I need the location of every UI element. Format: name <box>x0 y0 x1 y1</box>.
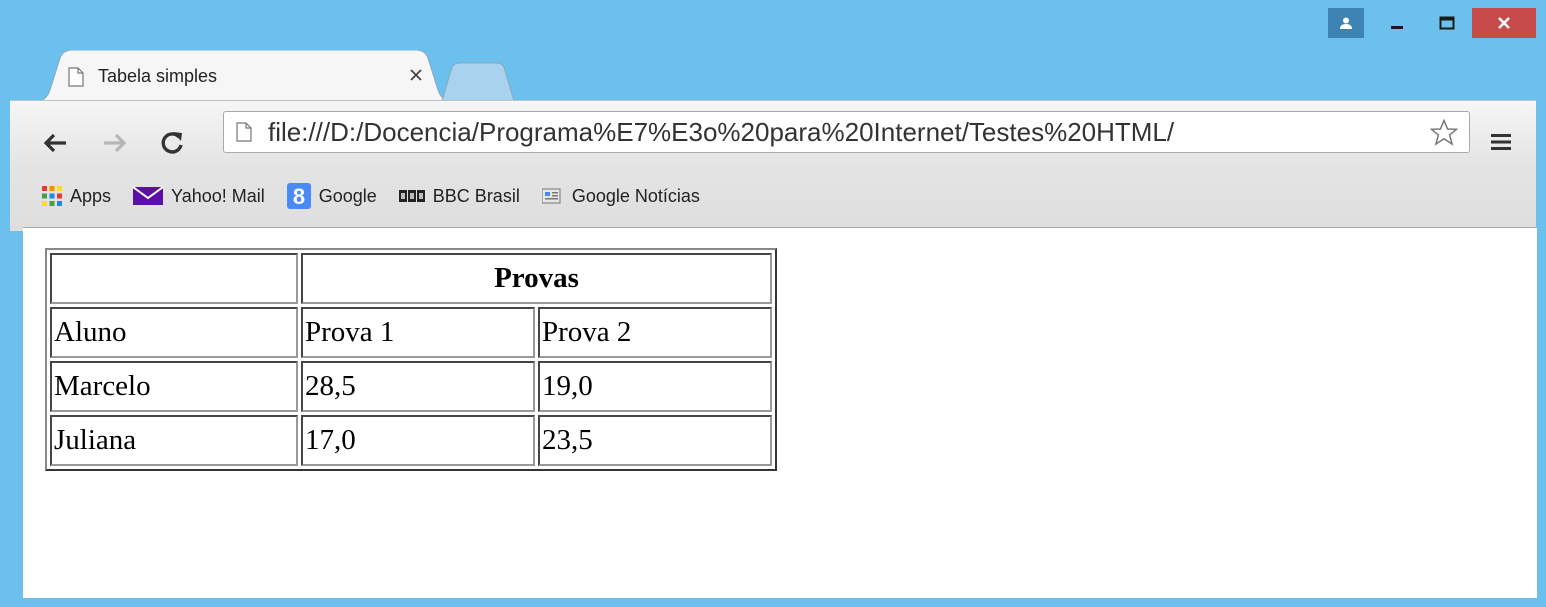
bookmark-label: Yahoo! Mail <box>171 185 265 206</box>
table-cell: Aluno <box>50 307 298 358</box>
google-icon: 8 <box>286 183 311 209</box>
table-cell: Prova 2 <box>538 307 772 358</box>
forward-arrow-icon <box>104 133 127 153</box>
grades-table: Provas Aluno Prova 1 Prova 2 Marcelo 28,… <box>45 248 777 471</box>
close-icon <box>410 69 422 81</box>
tab-active[interactable]: Tabela simples <box>34 50 454 102</box>
close-button[interactable] <box>1472 8 1536 38</box>
bookmark-bbc-brasil[interactable]: BBC Brasil <box>398 185 520 207</box>
table-cell: 17,0 <box>301 415 535 466</box>
bookmark-star-button[interactable] <box>1419 112 1469 152</box>
table-row: Marcelo 28,5 19,0 <box>50 361 772 412</box>
maximize-button[interactable] <box>1422 8 1472 38</box>
new-tab-button[interactable] <box>440 61 520 103</box>
yahoo-mail-icon <box>133 186 164 206</box>
bbc-icon <box>398 190 425 202</box>
profile-button[interactable] <box>1328 8 1364 38</box>
star-icon <box>1430 118 1458 146</box>
url-text: file:///D:/Docencia/Programa%E7%E3o%20pa… <box>268 117 1175 147</box>
tab-shape <box>34 50 454 102</box>
google-news-icon <box>541 187 564 205</box>
toolbar: file:///D:/Docencia/Programa%E7%E3o%20pa… <box>10 100 1536 231</box>
table-cell: Prova 1 <box>301 307 535 358</box>
table-cell: 28,5 <box>301 361 535 412</box>
bookmark-apps[interactable]: Apps <box>42 186 111 207</box>
hamburger-menu-icon <box>1491 134 1511 150</box>
address-bar[interactable]: file:///D:/Docencia/Programa%E7%E3o%20pa… <box>223 111 1470 153</box>
tab-title: Tabela simples <box>98 66 218 86</box>
svg-text:8: 8 <box>293 184 305 209</box>
maximize-icon <box>1439 16 1455 30</box>
back-arrow-icon <box>43 133 66 153</box>
table-cell: 23,5 <box>538 415 772 466</box>
page-content: Provas Aluno Prova 1 Prova 2 Marcelo 28,… <box>23 227 1537 598</box>
minimize-icon <box>1391 26 1403 29</box>
table-cell: 19,0 <box>538 361 772 412</box>
page-icon <box>68 67 84 87</box>
reload-button[interactable] <box>155 126 189 160</box>
back-button[interactable] <box>38 126 72 160</box>
apps-grid-icon <box>42 186 62 206</box>
bookmark-label: BBC Brasil <box>432 185 520 206</box>
bookmark-label: Google Notícias <box>571 185 700 206</box>
forward-button[interactable] <box>98 126 132 160</box>
close-icon <box>1498 17 1510 29</box>
tab-close-button[interactable] <box>404 63 428 87</box>
window-controls <box>1328 8 1536 38</box>
table-columns-row: Aluno Prova 1 Prova 2 <box>50 307 772 358</box>
bookmark-label: Google <box>318 185 377 206</box>
browser-window: Tabela simples file:///D:/Docencia/Progr… <box>0 0 1546 607</box>
table-cell: Marcelo <box>50 361 298 412</box>
bookmark-google[interactable]: 8 Google <box>286 183 377 209</box>
bookmark-google-noticias[interactable]: Google Notícias <box>541 185 700 207</box>
bookmark-label: Apps <box>70 185 112 206</box>
chrome-menu-button[interactable] <box>1484 125 1518 159</box>
table-row: Juliana 17,0 23,5 <box>50 415 772 466</box>
table-cell: Juliana <box>50 415 298 466</box>
table-header-row: Provas <box>50 253 772 304</box>
page-icon <box>236 122 252 142</box>
bookmark-yahoo-mail[interactable]: Yahoo! Mail <box>133 186 265 207</box>
tab-strip: Tabela simples <box>0 45 1546 103</box>
reload-icon <box>161 132 183 154</box>
bookmarks-bar: Apps Yahoo! Mail 8 Google BBC Brasil Goo… <box>42 181 722 211</box>
user-icon <box>1340 17 1352 29</box>
table-header-group: Provas <box>301 253 772 304</box>
minimize-button[interactable] <box>1372 8 1422 38</box>
table-header-blank <box>50 253 298 304</box>
